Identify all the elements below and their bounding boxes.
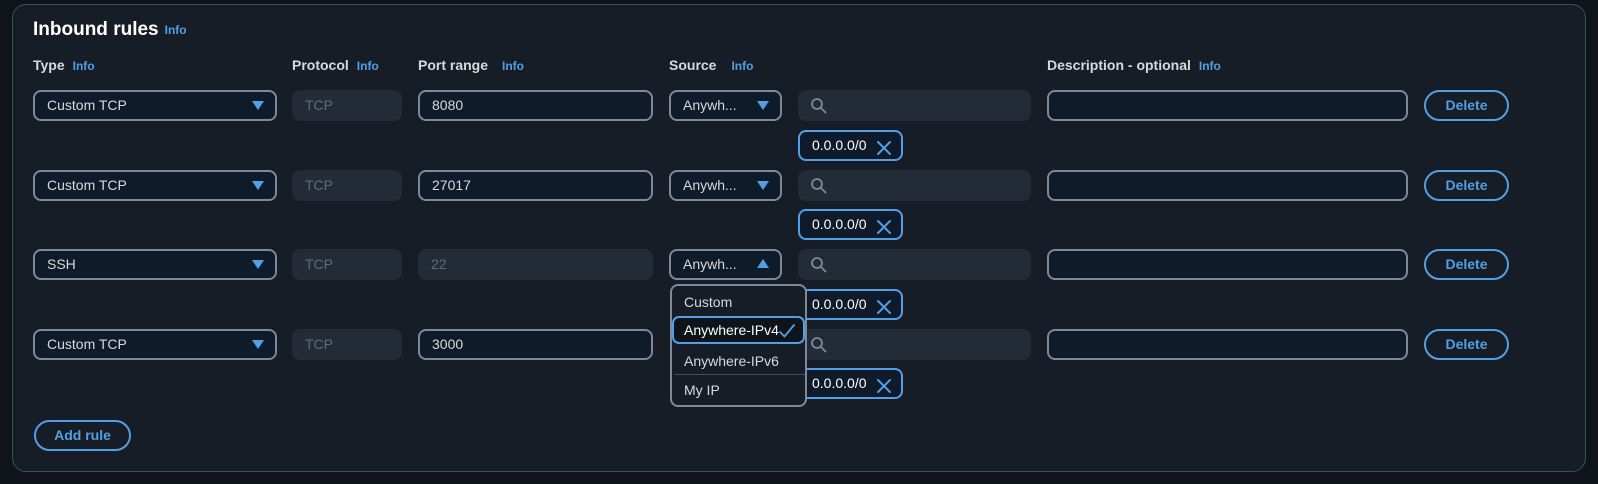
header-type-label: Type (33, 57, 65, 73)
source-select[interactable]: Anywh... (669, 90, 782, 121)
source-option-label: Anywhere-IPv4 (684, 322, 779, 338)
header-port-range: Port range Info (418, 57, 524, 73)
port-range-field: 22 (418, 249, 653, 280)
source-select[interactable]: Anywh... (669, 170, 782, 201)
source-option-my-ip[interactable]: My IP (672, 376, 805, 404)
remove-token-icon[interactable] (876, 297, 892, 324)
header-protocol: Protocol Info (292, 57, 379, 73)
source-select-value: Anywh... (683, 177, 737, 193)
header-description: Description - optional Info (1047, 57, 1221, 73)
port-range-input[interactable]: 3000 (418, 329, 653, 360)
cidr-search-input[interactable] (798, 90, 1031, 121)
description-input[interactable] (1047, 170, 1408, 201)
section-title-text: Inbound rules (33, 19, 159, 40)
source-select[interactable]: Anywh... (669, 249, 782, 280)
remove-token-icon[interactable] (876, 138, 892, 165)
type-select-value: Custom TCP (47, 336, 127, 352)
cidr-token-label: 0.0.0.0/0 (812, 375, 867, 391)
caret-down-icon (252, 260, 264, 269)
type-select[interactable]: Custom TCP (33, 329, 277, 360)
header-source-label: Source (669, 57, 717, 73)
add-rule-button[interactable]: Add rule (34, 420, 131, 451)
type-select[interactable]: Custom TCP (33, 90, 277, 121)
header-description-label: Description - optional (1047, 57, 1191, 73)
header-source: Source Info (669, 57, 753, 73)
description-input[interactable] (1047, 90, 1408, 121)
cidr-token-label: 0.0.0.0/0 (812, 296, 867, 312)
port-range-info-link[interactable]: Info (502, 59, 524, 73)
cidr-search-input[interactable] (798, 329, 1031, 360)
option-divider (674, 374, 805, 375)
caret-down-icon (252, 181, 264, 190)
header-protocol-label: Protocol (292, 57, 349, 73)
cidr-token: 0.0.0.0/0 (798, 289, 903, 320)
cidr-token: 0.0.0.0/0 (798, 368, 903, 399)
protocol-info-link[interactable]: Info (357, 59, 379, 73)
cidr-token: 0.0.0.0/0 (798, 209, 903, 240)
delete-button[interactable]: Delete (1424, 90, 1509, 121)
search-icon (811, 337, 827, 353)
caret-down-icon (252, 340, 264, 349)
delete-button[interactable]: Delete (1424, 249, 1509, 280)
cidr-search-input[interactable] (798, 249, 1031, 280)
type-info-link[interactable]: Info (73, 59, 95, 73)
cidr-token-label: 0.0.0.0/0 (812, 216, 867, 232)
delete-button[interactable]: Delete (1424, 170, 1509, 201)
cidr-search-input[interactable] (798, 170, 1031, 201)
type-select-value: Custom TCP (47, 97, 127, 113)
caret-up-icon (757, 259, 769, 268)
search-icon (811, 257, 827, 273)
protocol-field: TCP (292, 170, 402, 201)
source-select-value: Anywh... (683, 97, 737, 113)
type-select[interactable]: SSH (33, 249, 277, 280)
protocol-field: TCP (292, 329, 402, 360)
port-range-input[interactable]: 8080 (418, 90, 653, 121)
description-input[interactable] (1047, 329, 1408, 360)
type-select-value: SSH (47, 256, 76, 272)
caret-down-icon (757, 181, 769, 190)
remove-token-icon[interactable] (876, 376, 892, 403)
cidr-token-label: 0.0.0.0/0 (812, 137, 867, 153)
description-info-link[interactable]: Info (1199, 59, 1221, 73)
port-range-input[interactable]: 27017 (418, 170, 653, 201)
source-option-custom[interactable]: Custom (672, 288, 805, 316)
checkmark-icon (779, 322, 795, 346)
section-info-link[interactable]: Info (165, 23, 187, 37)
protocol-field: TCP (292, 249, 402, 280)
cidr-token: 0.0.0.0/0 (798, 130, 903, 161)
source-dropdown-menu: Custom Anywhere-IPv4 Anywhere-IPv6 My IP (670, 284, 807, 407)
header-type: Type Info (33, 57, 95, 73)
type-select[interactable]: Custom TCP (33, 170, 277, 201)
source-select-value: Anywh... (683, 256, 737, 272)
source-option-anywhere-ipv6[interactable]: Anywhere-IPv6 (672, 347, 805, 375)
header-port-range-label: Port range (418, 57, 489, 73)
source-info-link[interactable]: Info (731, 59, 753, 73)
delete-button[interactable]: Delete (1424, 329, 1509, 360)
remove-token-icon[interactable] (876, 217, 892, 244)
search-icon (811, 178, 827, 194)
caret-down-icon (252, 101, 264, 110)
type-select-value: Custom TCP (47, 177, 127, 193)
section-title: Inbound rules Info (33, 19, 187, 41)
description-input[interactable] (1047, 249, 1408, 280)
source-option-anywhere-ipv4[interactable]: Anywhere-IPv4 (672, 316, 805, 344)
caret-down-icon (757, 101, 769, 110)
search-icon (811, 98, 827, 114)
protocol-field: TCP (292, 90, 402, 121)
